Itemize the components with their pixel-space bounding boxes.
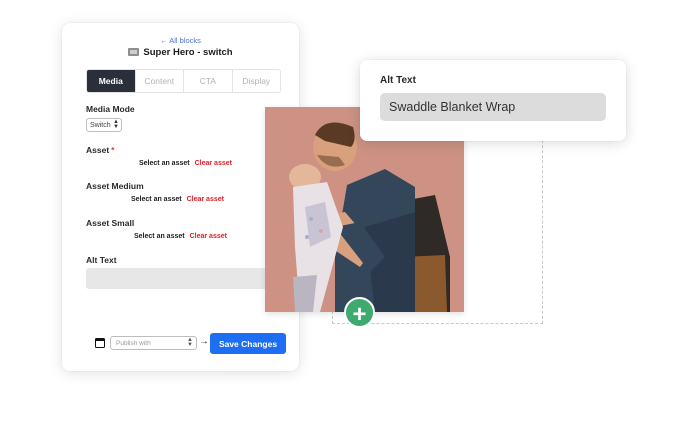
asset-label: Asset * bbox=[86, 145, 114, 155]
publish-with-placeholder: Publish with bbox=[116, 339, 151, 347]
block-editor-panel: ← All blocks Super Hero - switch Media C… bbox=[62, 23, 299, 371]
asset-label-text: Asset bbox=[86, 145, 110, 155]
media-mode-label: Media Mode bbox=[86, 104, 135, 114]
asset-select-link[interactable]: Select an asset bbox=[139, 160, 190, 167]
alt-text-input[interactable] bbox=[86, 268, 276, 289]
alt-card-input[interactable]: Swaddle Blanket Wrap bbox=[380, 93, 606, 121]
arrow-right-icon: → bbox=[199, 336, 209, 347]
alt-text-label: Alt Text bbox=[86, 255, 117, 265]
add-image-button[interactable]: + bbox=[344, 297, 375, 328]
asset-medium-clear-link[interactable]: Clear asset bbox=[187, 196, 224, 203]
asset-actions: Select an asset Clear asset bbox=[139, 160, 232, 167]
publish-with-select[interactable]: Publish with ▲ ▼ bbox=[110, 336, 197, 350]
asset-small-actions: Select an asset Clear asset bbox=[134, 233, 227, 240]
asset-small-label: Asset Small bbox=[86, 218, 135, 228]
block-icon bbox=[128, 48, 140, 56]
required-mark: * bbox=[111, 145, 115, 155]
save-changes-button[interactable]: Save Changes bbox=[210, 333, 286, 354]
editor-tabs: Media Content CTA Display bbox=[86, 69, 281, 93]
alt-card-label: Alt Text bbox=[380, 75, 416, 86]
asset-medium-select-link[interactable]: Select an asset bbox=[131, 196, 182, 203]
block-title: Super Hero - switch bbox=[62, 47, 299, 58]
calendar-icon[interactable] bbox=[95, 338, 105, 348]
asset-small-select-link[interactable]: Select an asset bbox=[134, 233, 185, 240]
asset-medium-label: Asset Medium bbox=[86, 181, 144, 191]
asset-small-clear-link[interactable]: Clear asset bbox=[190, 233, 227, 240]
media-mode-value: Switch bbox=[90, 121, 111, 129]
tab-media[interactable]: Media bbox=[87, 70, 135, 92]
block-title-text: Super Hero - switch bbox=[143, 47, 233, 58]
tab-cta[interactable]: CTA bbox=[183, 70, 232, 92]
plus-icon: + bbox=[352, 301, 367, 328]
tab-display[interactable]: Display bbox=[231, 70, 281, 92]
asset-clear-link[interactable]: Clear asset bbox=[195, 160, 232, 167]
media-mode-select[interactable]: Switch ▲ ▼ bbox=[86, 118, 122, 132]
select-arrows-icon: ▲ ▼ bbox=[187, 337, 193, 348]
tab-content[interactable]: Content bbox=[134, 70, 184, 92]
all-blocks-link[interactable]: ← All blocks bbox=[62, 36, 299, 45]
alt-text-card: Alt Text Swaddle Blanket Wrap bbox=[360, 60, 626, 141]
select-arrows-icon: ▲ ▼ bbox=[113, 119, 119, 130]
asset-medium-actions: Select an asset Clear asset bbox=[131, 196, 224, 203]
